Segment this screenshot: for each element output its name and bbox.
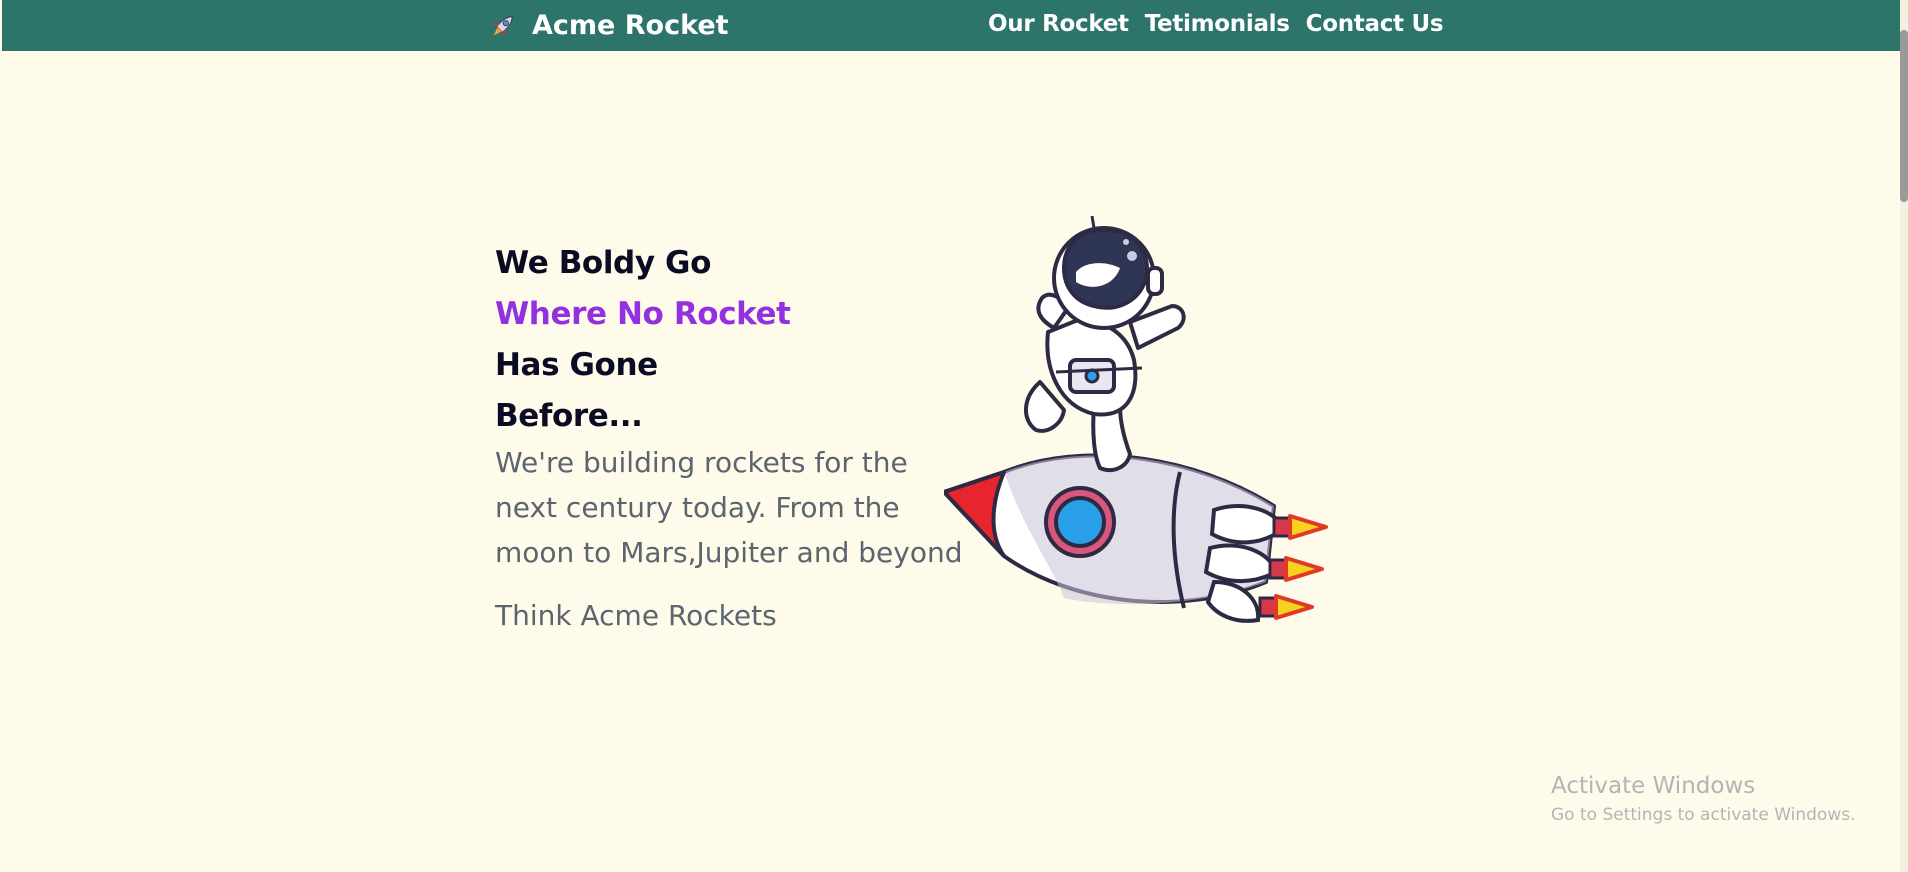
watermark-subtitle: Go to Settings to activate Windows.	[1551, 805, 1856, 825]
navbar: Acme Rocket Our Rocket Tetimonials Conta…	[2, 0, 1902, 51]
headline-line: We Boldy Go	[495, 245, 711, 281]
hero-section: We Boldy Go Where No Rocket Has Gone Bef…	[495, 238, 975, 638]
headline-line: Before...	[495, 398, 643, 434]
main-nav: Our Rocket Tetimonials Contact Us	[988, 0, 1444, 47]
hero-headline: We Boldy Go Where No Rocket Has Gone Bef…	[495, 238, 975, 442]
nav-link-testimonials[interactable]: Tetimonials	[1145, 11, 1290, 37]
windows-activation-watermark: Activate Windows Go to Settings to activ…	[1551, 770, 1856, 828]
rocket-graphic	[944, 453, 1328, 623]
brand-label: Acme Rocket	[532, 10, 729, 41]
headline-line: Has Gone	[495, 347, 658, 383]
vertical-scrollbar[interactable]	[1900, 0, 1908, 872]
brand-link[interactable]: Acme Rocket	[488, 0, 729, 51]
scrollbar-thumb[interactable]	[1900, 30, 1908, 202]
watermark-title: Activate Windows	[1551, 773, 1756, 799]
hero-tagline: Think Acme Rockets	[495, 599, 777, 632]
headline-line-accent: Where No Rocket	[495, 296, 791, 332]
astronaut-on-rocket-illustration	[944, 215, 1328, 623]
nav-link-our-rocket[interactable]: Our Rocket	[988, 11, 1129, 37]
hero-lead-text: We're building rockets for the next cent…	[495, 446, 963, 569]
nav-link-contact-us[interactable]: Contact Us	[1306, 11, 1444, 37]
astronaut-graphic	[1024, 215, 1186, 473]
rocket-icon	[493, 15, 513, 36]
